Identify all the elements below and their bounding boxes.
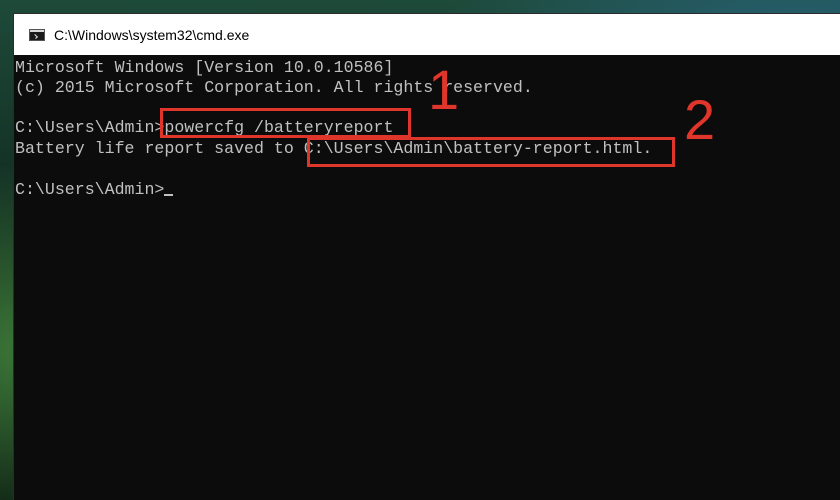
highlight-box-command — [160, 108, 411, 138]
title-bar[interactable]: C:\Windows\system32\cmd.exe — [14, 14, 840, 55]
cmd-window[interactable]: C:\Windows\system32\cmd.exe Microsoft Wi… — [14, 14, 840, 500]
marker-number-1: 1 — [428, 58, 460, 121]
window-title: C:\Windows\system32\cmd.exe — [54, 26, 250, 43]
console-output[interactable]: Microsoft Windows [Version 10.0.10586] (… — [14, 55, 840, 500]
prompt-text: C:\Users\Admin> — [15, 180, 165, 199]
command-prompt-line[interactable]: C:\Users\Admin> — [15, 180, 174, 200]
cmd-console-icon — [29, 28, 45, 41]
highlight-box-report-path — [307, 137, 675, 167]
text-cursor — [164, 194, 174, 196]
marker-number-2: 2 — [684, 88, 716, 151]
console-line: Microsoft Windows [Version 10.0.10586] — [15, 58, 394, 77]
